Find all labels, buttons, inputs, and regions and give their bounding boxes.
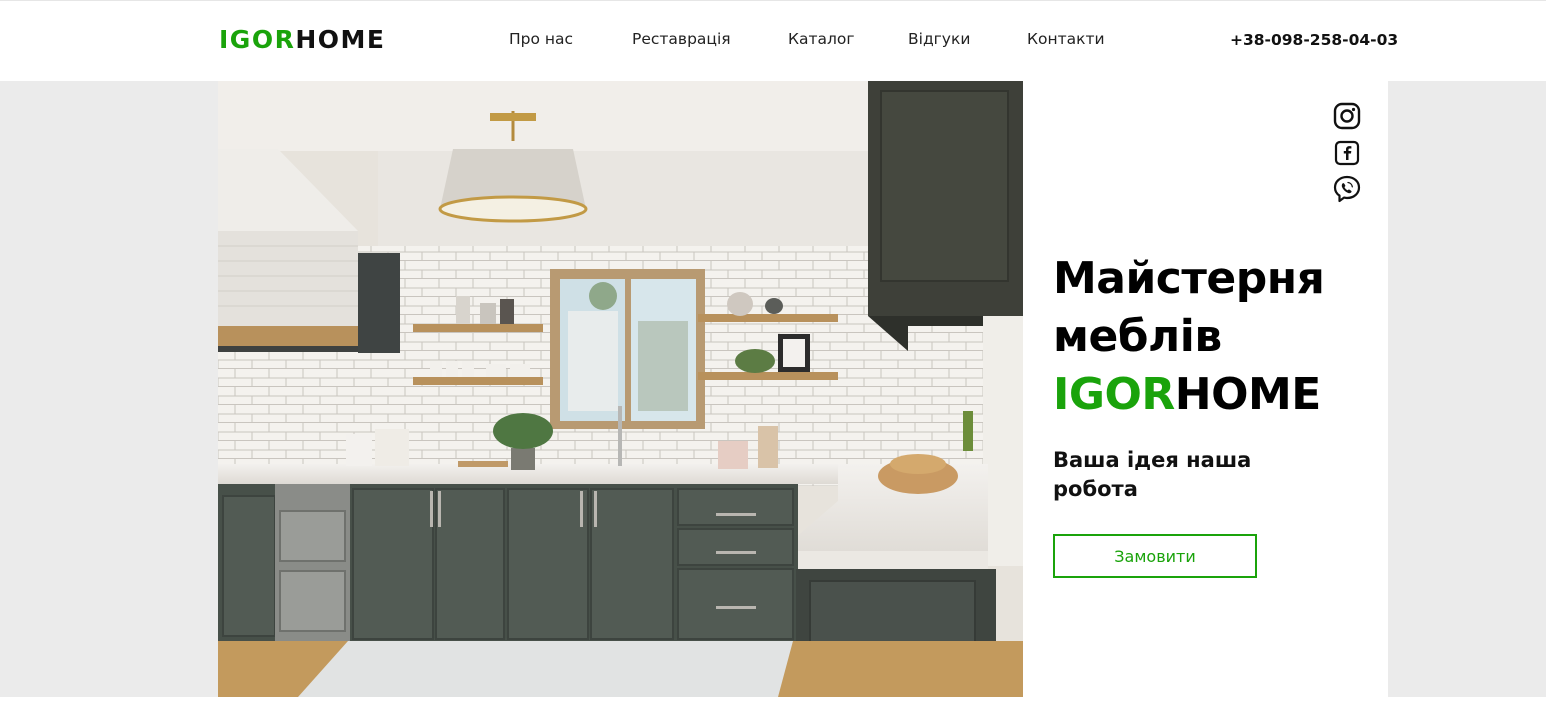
hero-title: Майстерня меблів IGORHOME: [1053, 250, 1383, 424]
hero-title-line1: Майстерня: [1053, 253, 1325, 304]
site-header: IGORHOME Про нас Реставрація Каталог Від…: [0, 1, 1546, 81]
nav-link-about[interactable]: Про нас: [509, 30, 573, 48]
nav-link-contacts[interactable]: Контакти: [1027, 30, 1105, 48]
kitchen-photo: [218, 81, 1023, 697]
order-button[interactable]: Замовити: [1053, 534, 1257, 578]
hero-title-brand-igor: IGOR: [1053, 369, 1175, 420]
hero-tagline: Ваша ідея наша робота: [1053, 448, 1252, 501]
facebook-icon[interactable]: [1332, 138, 1362, 168]
phone-number[interactable]: +38-098-258-04-03: [1230, 31, 1398, 49]
nav-link-restoration[interactable]: Реставрація: [632, 30, 731, 48]
viber-icon[interactable]: [1332, 174, 1362, 204]
instagram-icon[interactable]: [1332, 101, 1362, 131]
hero-title-brand-home: HOME: [1174, 369, 1322, 420]
page-bottom: [0, 697, 1546, 704]
nav-link-reviews[interactable]: Відгуки: [908, 30, 970, 48]
hero-title-line2: меблів: [1053, 311, 1222, 362]
nav-link-catalog[interactable]: Каталог: [788, 30, 855, 48]
